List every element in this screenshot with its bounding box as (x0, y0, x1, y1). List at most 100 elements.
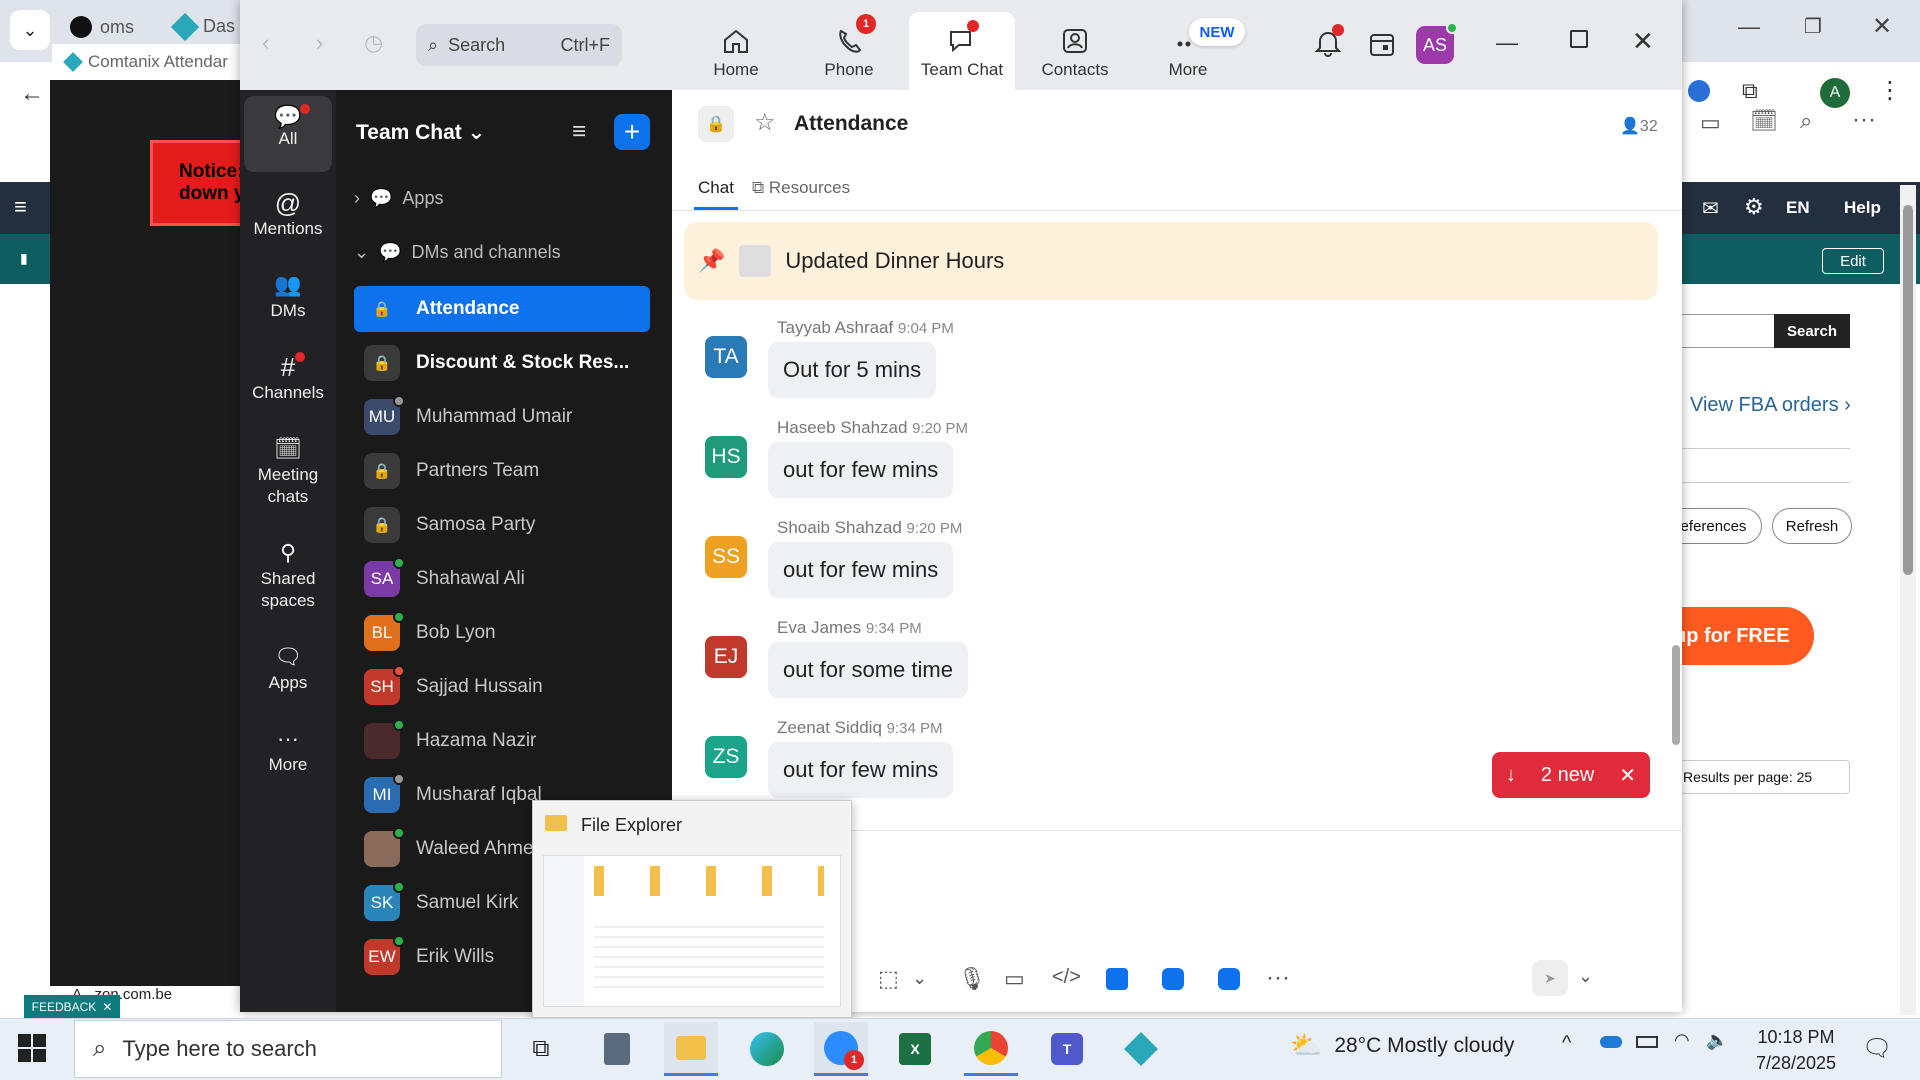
message-bubble[interactable]: out for few mins (768, 542, 954, 598)
sender-avatar[interactable]: HS (705, 436, 747, 478)
history-icon[interactable]: ◷ (364, 30, 383, 56)
battery-icon[interactable] (1636, 1036, 1658, 1048)
rail-more[interactable]: ··· More (240, 724, 336, 776)
extension-icon[interactable] (1688, 80, 1710, 102)
whiteboard-app-icon[interactable] (1162, 968, 1184, 990)
channel-row[interactable]: 🔒 Attendance (354, 286, 650, 332)
channel-row[interactable]: 🔒 Samosa Party (354, 502, 650, 548)
rail-meeting-chats[interactable]: 🗓 Meeting chats (240, 434, 336, 508)
profile-avatar[interactable]: A (1820, 78, 1850, 108)
channel-row[interactable]: SA Shahawal Ali (354, 556, 650, 602)
signup-free-button[interactable]: up for FREE (1660, 607, 1814, 665)
maximize-icon[interactable] (1570, 30, 1588, 48)
tab-team-chat[interactable]: Team Chat (909, 12, 1015, 90)
puzzle-icon[interactable]: ⧉ (1742, 78, 1758, 104)
message-sender[interactable]: Haseeb Shahzad 9:20 PM (777, 418, 968, 438)
close-icon[interactable]: ✕ (102, 1000, 112, 1014)
chevron-down-icon[interactable]: ⌄ (912, 968, 927, 989)
message-sender[interactable]: Tayyab Ashraaf 9:04 PM (777, 318, 954, 338)
browser-tab-das[interactable]: Das (170, 12, 235, 41)
zoom-app-icon[interactable]: 1 (814, 1022, 868, 1076)
hamburger-icon[interactable]: ≡ (14, 194, 27, 220)
tab-contacts[interactable]: Contacts (1022, 12, 1128, 90)
channel-row[interactable]: SH Sajjad Hussain (354, 664, 650, 710)
channel-row[interactable]: 🔒 Partners Team (354, 448, 650, 494)
tab-more[interactable]: More NEW (1135, 12, 1245, 90)
weather-widget[interactable]: ⛅ 28°C Mostly cloudy (1290, 1030, 1514, 1061)
page-tab-label[interactable]: Comtanix Attendar (52, 44, 242, 80)
message-bubble[interactable]: out for few mins (768, 442, 954, 498)
more-tools-icon[interactable]: ··· (1266, 964, 1290, 992)
clock[interactable]: 10:18 PM 7/28/2025 (1746, 1024, 1846, 1076)
chrome-icon[interactable] (964, 1022, 1018, 1076)
channel-row[interactable]: Hazama Nazir (354, 718, 650, 764)
scrollbar-thumb[interactable] (1672, 645, 1680, 745)
apps-section[interactable]: › 💬 Apps (354, 188, 443, 209)
rail-mentions[interactable]: @ Mentions (240, 188, 336, 240)
meeting-app-icon[interactable] (1218, 968, 1240, 990)
close-icon[interactable]: ✕ (1632, 26, 1654, 57)
message-bubble[interactable]: out for few mins (768, 742, 954, 798)
task-view-icon[interactable]: ⧉ (514, 1022, 568, 1076)
rail-dms[interactable]: 👥 DMs (240, 270, 336, 322)
help-link[interactable]: Help (1844, 198, 1881, 218)
notification-center-icon[interactable]: 🗨 (1862, 1034, 1892, 1063)
screenshot-icon[interactable]: ⬚ (878, 966, 899, 992)
star-icon[interactable]: ☆ (754, 108, 776, 137)
comtanix-app-icon[interactable] (1114, 1022, 1168, 1076)
start-button[interactable] (18, 1034, 46, 1062)
message-sender[interactable]: Shoaib Shahzad 9:20 PM (777, 518, 962, 538)
send-options-chevron-icon[interactable]: ⌄ (1578, 966, 1593, 987)
window-minimize-icon[interactable]: — (1738, 14, 1760, 40)
search-icon[interactable]: ⌕ (1800, 108, 1812, 134)
tab-chat[interactable]: Chat (694, 178, 738, 210)
channel-row[interactable]: BL Bob Lyon (354, 610, 650, 656)
calendar-icon[interactable] (1368, 30, 1396, 58)
settings-gear-icon[interactable]: ⚙ (1744, 194, 1764, 220)
wifi-icon[interactable]: ◠ (1674, 1030, 1690, 1051)
search-input[interactable]: ⌕ Search Ctrl+F (416, 24, 622, 66)
refresh-button[interactable]: Refresh (1772, 508, 1852, 544)
mic-icon[interactable]: 🎙 (958, 966, 986, 992)
onedrive-icon[interactable] (1600, 1036, 1622, 1048)
message-bubble[interactable]: Out for 5 mins (768, 342, 937, 398)
video-clip-icon[interactable]: ▭ (1004, 966, 1025, 992)
message-composer[interactable]: dance (782, 844, 1662, 884)
scrollbar[interactable] (1900, 185, 1916, 1015)
docs-app-icon[interactable] (1106, 968, 1128, 990)
member-count[interactable]: 👤32 (1620, 116, 1658, 136)
tab-resources[interactable]: ⧉ Resources (752, 178, 850, 198)
user-avatar[interactable]: AS (1416, 22, 1458, 64)
back-arrow-icon[interactable]: ← (20, 80, 44, 108)
dismiss-icon[interactable]: ✕ (1619, 763, 1636, 788)
minimize-icon[interactable]: — (1496, 30, 1518, 56)
tab-search-button[interactable]: ⌄ (10, 10, 50, 50)
sender-avatar[interactable]: SS (705, 536, 747, 578)
edge-icon[interactable] (740, 1022, 794, 1076)
rail-shared-spaces[interactable]: ⚲ Shared spaces (240, 538, 336, 612)
pinned-message[interactable]: 📌 Updated Dinner Hours (684, 222, 1658, 300)
channel-row[interactable]: MU Muhammad Umair (354, 394, 650, 440)
taskbar-search-box[interactable]: ⌕ Type here to search (74, 1020, 502, 1078)
rail-apps[interactable]: 🗨 Apps (240, 642, 336, 694)
file-explorer-icon[interactable] (664, 1022, 718, 1076)
scrollbar-thumb[interactable] (1903, 205, 1913, 575)
notifications-bell-icon[interactable] (1314, 24, 1344, 58)
bg-search-field[interactable] (1680, 314, 1776, 348)
language-selector[interactable]: EN (1786, 198, 1810, 218)
calculator-icon[interactable] (590, 1022, 644, 1076)
teams-icon[interactable]: T (1040, 1022, 1094, 1076)
code-icon[interactable]: </> (1052, 966, 1081, 989)
tab-phone[interactable]: Phone 1 (796, 12, 902, 90)
view-fba-orders-link[interactable]: View FBA orders › (1690, 394, 1851, 417)
filter-icon[interactable]: ≡ (572, 118, 586, 146)
more-options-icon[interactable]: ··· (1852, 106, 1876, 134)
schedule-icon[interactable]: 🗓 (1750, 108, 1778, 134)
list-title[interactable]: Team Chat ⌄ (356, 120, 485, 145)
edit-button[interactable]: Edit (1822, 248, 1884, 274)
results-per-page-select[interactable]: Results per page: 25 (1672, 760, 1850, 794)
message-sender[interactable]: Eva James 9:34 PM (777, 618, 922, 638)
browser-tab-oms[interactable]: oms (70, 16, 134, 38)
kebab-menu-icon[interactable]: ⋮ (1878, 76, 1902, 105)
window-close-icon[interactable]: ✕ (1872, 12, 1892, 41)
